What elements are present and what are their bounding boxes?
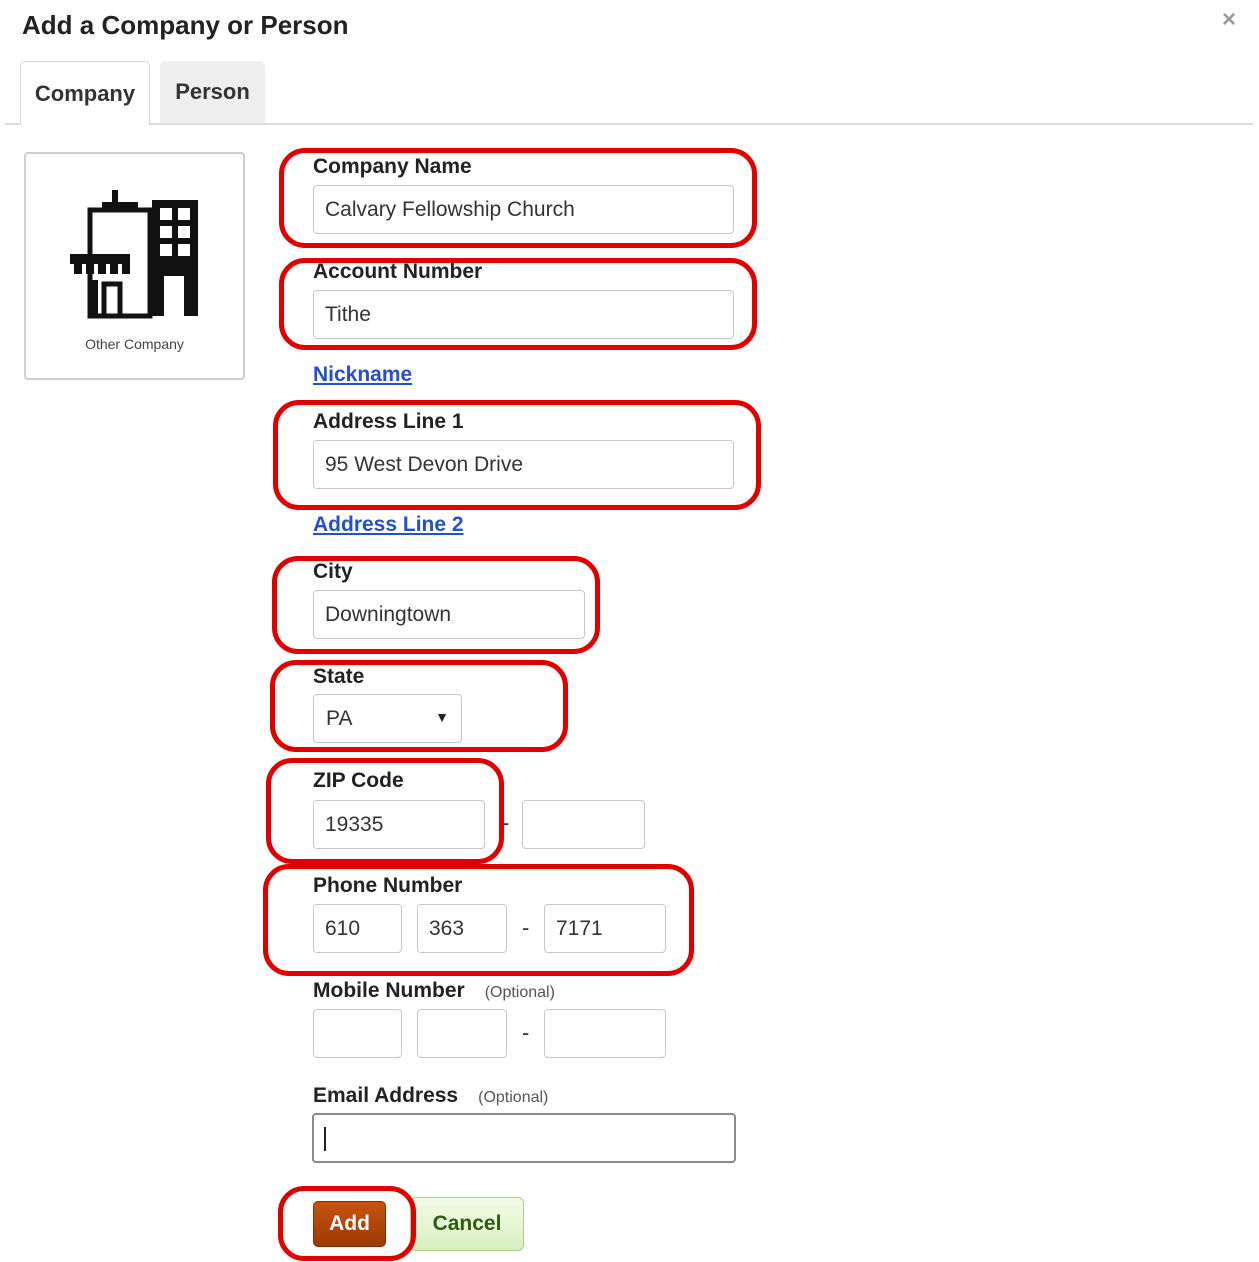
mobile-separator: - [522, 1020, 530, 1045]
account-number-field[interactable] [313, 290, 734, 339]
tab-company[interactable]: Company [20, 61, 150, 125]
phone-prefix-field[interactable] [417, 904, 507, 953]
mobile-label-text: Mobile Number [313, 979, 465, 1002]
zip-label: ZIP Code [313, 769, 404, 792]
mobile-prefix-field[interactable] [417, 1009, 507, 1058]
text-caret [324, 1127, 326, 1151]
dialog-title: Add a Company or Person [22, 10, 349, 40]
email-field[interactable] [312, 1113, 736, 1163]
company-name-label: Company Name [313, 155, 472, 178]
zip-separator: - [502, 810, 510, 835]
account-number-label: Account Number [313, 260, 483, 283]
address-line1-field[interactable] [313, 440, 734, 489]
email-label: Email Address (Optional) [313, 1084, 548, 1108]
tab-person[interactable]: Person [160, 61, 265, 123]
zip-field[interactable] [313, 800, 485, 849]
address-line2-link[interactable]: Address Line 2 [313, 513, 464, 537]
mobile-line-field[interactable] [544, 1009, 666, 1058]
city-field[interactable] [313, 590, 585, 639]
state-label: State [313, 665, 365, 688]
company-name-field[interactable] [313, 185, 734, 234]
mobile-optional-hint: (Optional) [484, 984, 555, 1001]
close-icon[interactable]: × [1222, 6, 1236, 34]
phone-area-field[interactable] [313, 904, 402, 953]
zip-ext-field[interactable] [522, 800, 645, 849]
phone-separator: - [522, 915, 530, 940]
email-optional-hint: (Optional) [478, 1089, 549, 1106]
nickname-link[interactable]: Nickname [313, 363, 412, 387]
tabs-divider [5, 123, 1253, 125]
company-logo-tile[interactable]: Other Company [24, 152, 245, 380]
city-label: City [313, 560, 353, 583]
state-select[interactable]: PA ▼ [313, 694, 462, 743]
address-line1-label: Address Line 1 [313, 410, 464, 433]
add-button[interactable]: Add [313, 1201, 386, 1247]
logo-caption: Other Company [85, 336, 184, 352]
cancel-button[interactable]: Cancel [410, 1197, 524, 1251]
phone-line-field[interactable] [544, 904, 666, 953]
building-icon [70, 190, 198, 319]
mobile-label: Mobile Number (Optional) [313, 979, 555, 1003]
chevron-down-icon: ▼ [435, 709, 449, 725]
mobile-area-field[interactable] [313, 1009, 402, 1058]
state-value: PA [326, 706, 353, 730]
email-label-text: Email Address [313, 1084, 459, 1107]
phone-label: Phone Number [313, 874, 463, 897]
